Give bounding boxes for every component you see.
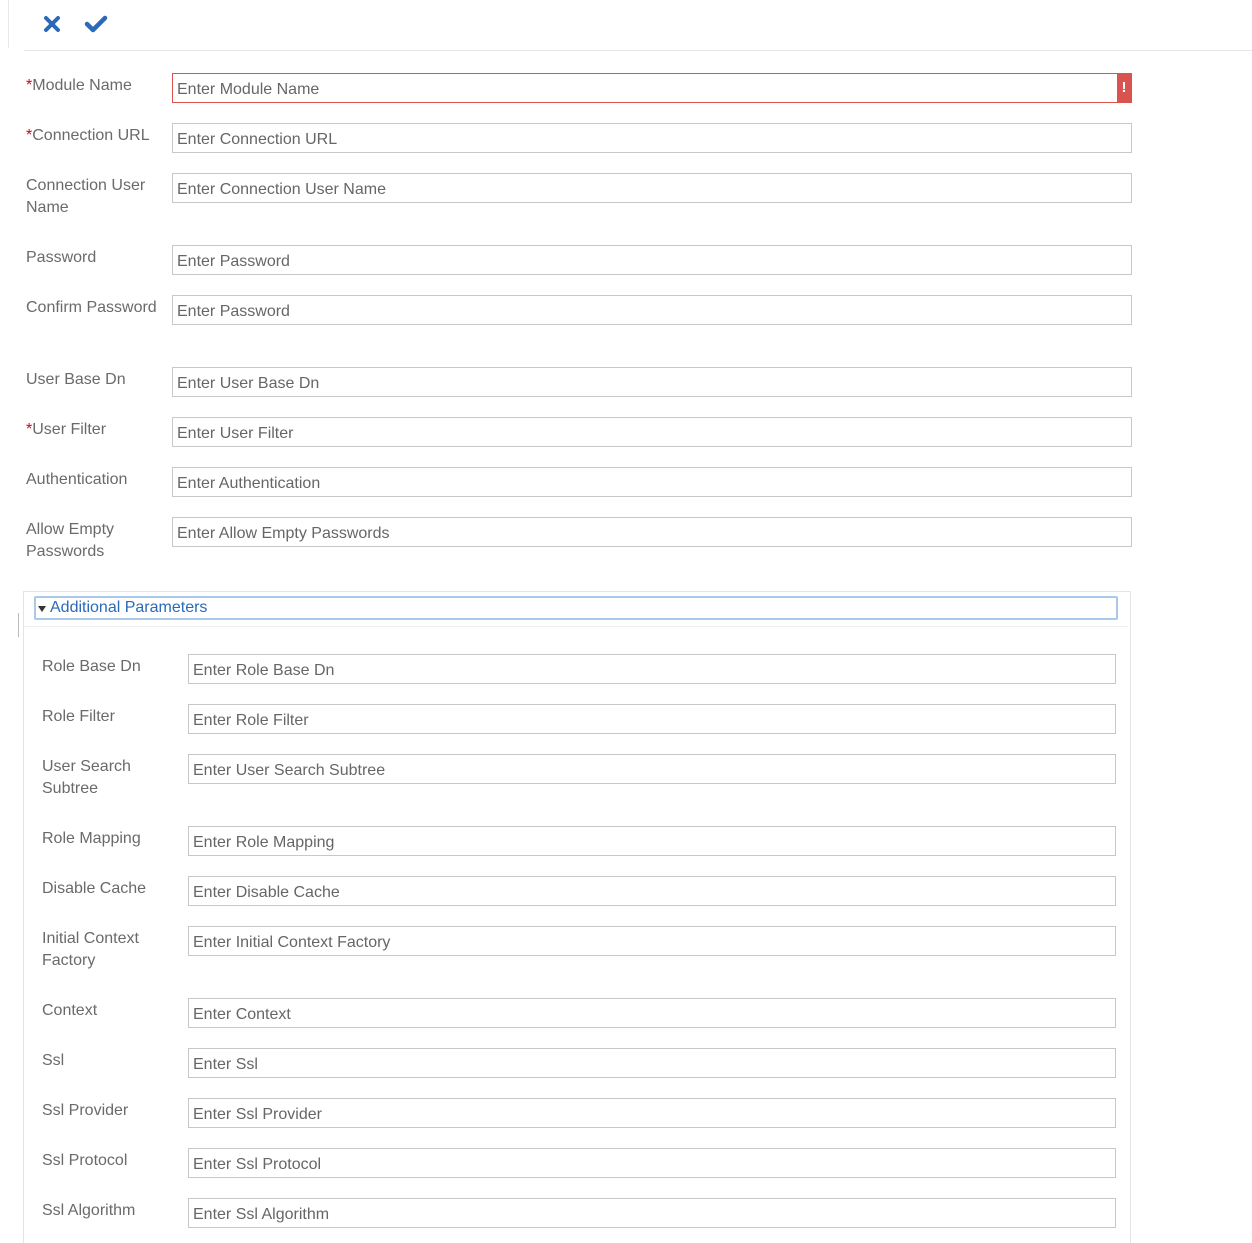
form-row-module-name: *Module Name! [0,73,1252,103]
form-row-initial-context-factory: Initial Context Factory [0,926,1252,969]
form-row-allow-empty-passwords: Allow Empty Passwords [0,517,1252,560]
role-base-dn-label: Role Base Dn [42,656,187,678]
label-text: Confirm Password [26,299,157,316]
additional-parameters-panel [23,591,1131,1243]
role-filter-label: Role Filter [42,706,187,728]
label-text: Connection User Name [26,177,146,216]
form-row-connection-user-name: Connection User Name [0,173,1252,216]
ssl-provider-input[interactable] [188,1098,1116,1128]
confirm-password-input[interactable] [172,295,1132,325]
label-text: Disable Cache [42,880,147,897]
panel-divider [24,626,1128,627]
form-row-password: Password [0,245,1252,275]
toolbar [24,0,1252,51]
label-text: Ssl Algorithm [42,1202,136,1219]
additional-parameters-toggle[interactable]: Additional Parameters [34,596,1118,620]
user-search-subtree-input[interactable] [188,754,1116,784]
label-text: Ssl Protocol [42,1152,128,1169]
password-input[interactable] [172,245,1132,275]
label-text: Authentication [26,471,128,488]
ssl-provider-label: Ssl Provider [42,1100,187,1122]
form-row-role-mapping: Role Mapping [0,826,1252,856]
form-row-confirm-password: Confirm Password [0,295,1252,325]
form-row-ssl: Ssl [0,1048,1252,1078]
label-text: Role Base Dn [42,658,141,675]
form-row-ssl-algorithm: Ssl Algorithm [0,1198,1252,1228]
label-text: Password [26,249,97,266]
connection-user-name-input[interactable] [172,173,1132,203]
module-name-input[interactable] [172,73,1132,103]
confirm-password-label: Confirm Password [26,297,171,319]
form-row-user-base-dn: User Base Dn [0,367,1252,397]
additional-parameters-title: Additional Parameters [50,599,208,616]
user-search-subtree-label: User Search Subtree [42,756,187,800]
allow-empty-passwords-label: Allow Empty Passwords [26,519,171,563]
initial-context-factory-label: Initial Context Factory [42,928,187,972]
form-row-user-filter: *User Filter [0,417,1252,447]
label-text: Allow Empty Passwords [26,521,115,560]
ssl-algorithm-label: Ssl Algorithm [42,1200,187,1222]
role-mapping-label: Role Mapping [42,828,187,850]
disable-cache-label: Disable Cache [42,878,187,900]
caret-down-icon [38,606,46,612]
connection-user-name-label: Connection User Name [26,175,171,219]
ssl-label: Ssl [42,1050,187,1072]
module-name-label: *Module Name [26,75,171,97]
error-icon: ! [1117,74,1131,102]
role-mapping-input[interactable] [188,826,1116,856]
context-input[interactable] [188,998,1116,1028]
password-label: Password [26,247,171,269]
panel-left-marker [18,613,19,637]
context-label: Context [42,1000,187,1022]
left-divider [8,0,9,48]
role-filter-input[interactable] [188,704,1116,734]
save-button[interactable] [82,10,110,38]
authentication-label: Authentication [26,469,171,491]
form-row-role-base-dn: Role Base Dn [0,654,1252,684]
authentication-input[interactable] [172,467,1132,497]
label-text: Initial Context Factory [42,930,139,969]
check-icon [84,15,108,33]
form-row-authentication: Authentication [0,467,1252,497]
form-row-connection-url: *Connection URL [0,123,1252,153]
label-text: User Base Dn [26,371,126,388]
role-base-dn-input[interactable] [188,654,1116,684]
label-text: User Filter [32,421,107,438]
ssl-protocol-label: Ssl Protocol [42,1150,187,1172]
disable-cache-input[interactable] [188,876,1116,906]
form-row-user-search-subtree: User Search Subtree [0,754,1252,797]
user-filter-label: *User Filter [26,419,171,441]
label-text: Ssl Provider [42,1102,129,1119]
ssl-input[interactable] [188,1048,1116,1078]
allow-empty-passwords-input[interactable] [172,517,1132,547]
label-text: Ssl [42,1052,65,1069]
cancel-button[interactable] [38,10,66,38]
form-row-disable-cache: Disable Cache [0,876,1252,906]
close-icon [44,16,60,32]
ssl-algorithm-input[interactable] [188,1198,1116,1228]
user-base-dn-label: User Base Dn [26,369,171,391]
user-base-dn-input[interactable] [172,367,1132,397]
label-text: User Search Subtree [42,758,131,797]
user-filter-input[interactable] [172,417,1132,447]
form-row-context: Context [0,998,1252,1028]
form-row-ssl-protocol: Ssl Protocol [0,1148,1252,1178]
ssl-protocol-input[interactable] [188,1148,1116,1178]
connection-url-input[interactable] [172,123,1132,153]
label-text: Module Name [32,77,132,94]
initial-context-factory-input[interactable] [188,926,1116,956]
label-text: Context [42,1002,98,1019]
label-text: Role Mapping [42,830,141,847]
label-text: Connection URL [32,127,150,144]
label-text: Role Filter [42,708,115,725]
module-form-page: *Module Name!*Connection URLConnection U… [0,0,1252,1243]
form-row-ssl-provider: Ssl Provider [0,1098,1252,1128]
form-row-role-filter: Role Filter [0,704,1252,734]
connection-url-label: *Connection URL [26,125,171,147]
